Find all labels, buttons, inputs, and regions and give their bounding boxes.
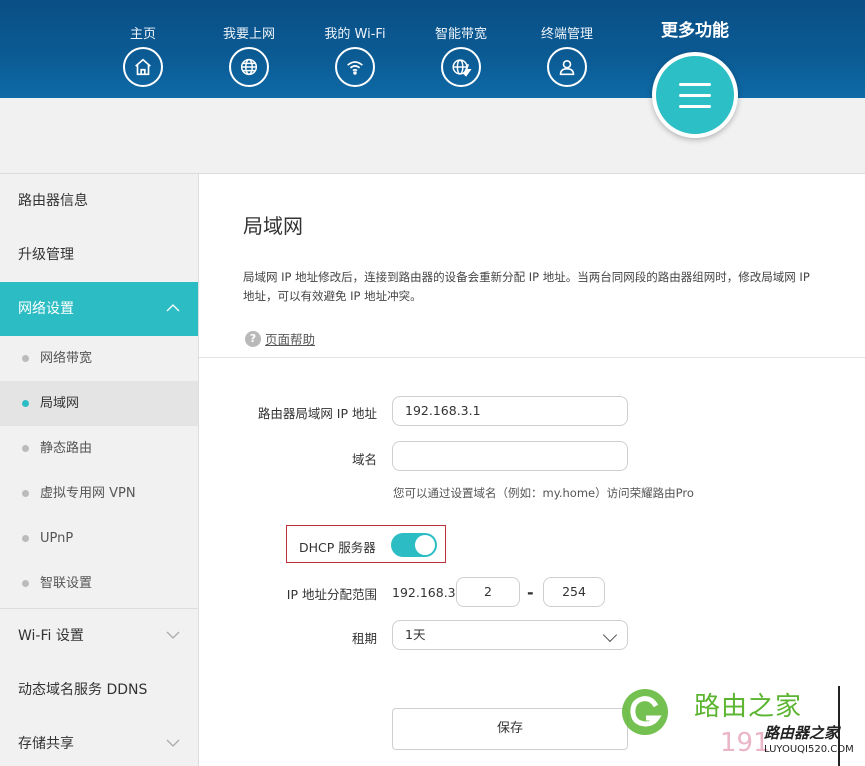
save-button[interactable]: 保存 xyxy=(392,708,628,750)
menu-icon[interactable] xyxy=(652,52,738,138)
nav-home-label: 主页 xyxy=(129,27,156,42)
watermark-stamp: 路由器之家 xyxy=(764,724,840,742)
user-icon xyxy=(547,47,587,87)
bullet-dot-icon xyxy=(22,580,29,587)
sidebar-subitem-label: 虚拟专用网 VPN xyxy=(40,486,136,501)
lan-ip-label: 路由器局域网 IP 地址 xyxy=(257,406,377,421)
sidebar-subitem-label: 局域网 xyxy=(40,396,80,411)
sidebar-item-wifi-settings[interactable]: Wi-Fi 设置 xyxy=(0,609,198,663)
sidebar-subitem-static-route[interactable]: 静态路由 xyxy=(0,426,198,471)
sidebar-item-ddns[interactable]: 动态域名服务 DDNS xyxy=(0,663,198,717)
watermark-bar xyxy=(838,686,840,766)
lan-ip-input[interactable]: 192.168.3.1 xyxy=(392,396,628,426)
home-icon xyxy=(123,47,163,87)
domain-label: 域名 xyxy=(351,452,377,467)
bullet-dot-icon xyxy=(22,535,29,542)
sidebar-subitem-label: 智联设置 xyxy=(40,576,93,591)
sidebar-item-router-info[interactable]: 路由器信息 xyxy=(0,174,198,228)
sidebar-item-label: 路由器信息 xyxy=(18,193,88,209)
ip-range-prefix: 192.168.3. xyxy=(392,585,460,600)
sidebar-subitem-label: 网络带宽 xyxy=(40,351,93,366)
domain-input[interactable] xyxy=(392,441,628,471)
question-icon: ? xyxy=(245,330,261,347)
nav-wifi[interactable]: 我的 Wi-Fi xyxy=(310,26,400,87)
bullet-dot-icon xyxy=(22,490,29,497)
ip-range-end-input[interactable]: 254 xyxy=(543,577,605,607)
page-help-link[interactable]: ? 页面帮助 xyxy=(245,329,315,348)
sidebar-item-label: 升级管理 xyxy=(18,247,74,263)
globe-icon xyxy=(229,47,269,87)
watermark-logo-icon xyxy=(621,688,671,736)
sidebar-subitem-label: 静态路由 xyxy=(40,441,93,456)
sidebar-item-label: 网络设置 xyxy=(18,301,74,317)
lease-select-value: 1天 xyxy=(405,627,426,642)
sidebar-subitem-label: UPnP xyxy=(40,531,74,546)
dhcp-toggle[interactable] xyxy=(391,533,437,557)
page-title: 局域网 xyxy=(243,214,303,238)
wifi-icon xyxy=(335,47,375,87)
ip-range-start-input[interactable]: 2 xyxy=(456,577,520,607)
more-features-label: 更多功能 xyxy=(661,21,729,41)
sidebar-subitem-upnp[interactable]: UPnP xyxy=(0,516,198,561)
divider xyxy=(199,357,865,358)
main-panel: 局域网 局域网 IP 地址修改后，连接到路由器的设备会重新分配 IP 地址。当两… xyxy=(199,173,865,766)
chevron-down-icon xyxy=(602,627,618,643)
bandwidth-icon xyxy=(441,47,481,87)
ip-range-label: IP 地址分配范围 xyxy=(286,587,377,602)
ip-range-dash: - xyxy=(527,583,534,602)
watermark-site-name: 路由之家 xyxy=(694,692,803,722)
sidebar: 路由器信息 升级管理 网络设置 网络带宽 局域网 静态路由 虚拟专用网 VPN … xyxy=(0,173,199,766)
chevron-up-icon xyxy=(166,282,180,336)
nav-internet-label: 我要上网 xyxy=(222,27,275,42)
sidebar-item-label: 存储共享 xyxy=(18,736,74,752)
bullet-dot-icon xyxy=(22,355,29,362)
sidebar-item-storage-share[interactable]: 存储共享 xyxy=(0,717,198,766)
watermark-number: 191 xyxy=(720,728,770,758)
help-link-label: 页面帮助 xyxy=(265,332,316,347)
watermark-stamp-url: LUYOUQI520.COM xyxy=(764,744,854,755)
bullet-dot-icon xyxy=(22,445,29,452)
sidebar-item-label: 动态域名服务 DDNS xyxy=(18,682,148,698)
sidebar-subitem-smart-link[interactable]: 智联设置 xyxy=(0,561,198,606)
nav-bandwidth-label: 智能带宽 xyxy=(434,27,487,42)
chevron-down-icon xyxy=(166,609,180,663)
bullet-dot-icon xyxy=(22,400,29,407)
lease-label: 租期 xyxy=(351,631,377,646)
nav-wifi-label: 我的 Wi-Fi xyxy=(324,27,386,42)
dhcp-highlight-box: DHCP 服务器 xyxy=(286,525,446,563)
lease-select[interactable]: 1天 xyxy=(392,620,628,650)
chevron-down-icon xyxy=(166,717,180,766)
domain-hint: 您可以通过设置域名（例如：my.home）访问荣耀路由Pro xyxy=(393,486,694,500)
nav-home[interactable]: 主页 xyxy=(98,26,188,87)
nav-internet[interactable]: 我要上网 xyxy=(204,26,294,87)
toggle-knob xyxy=(415,535,435,555)
sidebar-subitem-bandwidth[interactable]: 网络带宽 xyxy=(0,336,198,381)
sidebar-subitem-lan[interactable]: 局域网 xyxy=(0,381,198,426)
sidebar-item-network-settings[interactable]: 网络设置 xyxy=(0,282,198,336)
sidebar-item-upgrade[interactable]: 升级管理 xyxy=(0,228,198,282)
page-description: 局域网 IP 地址修改后，连接到路由器的设备会重新分配 IP 地址。当两台同网段… xyxy=(243,270,810,303)
nav-bandwidth[interactable]: 智能带宽 xyxy=(416,26,506,87)
dhcp-server-label: DHCP 服务器 xyxy=(299,540,376,555)
sidebar-item-label: Wi-Fi 设置 xyxy=(18,628,84,644)
nav-devices-label: 终端管理 xyxy=(540,27,593,42)
sidebar-subitem-vpn[interactable]: 虚拟专用网 VPN xyxy=(0,471,198,516)
nav-devices[interactable]: 终端管理 xyxy=(522,26,612,87)
